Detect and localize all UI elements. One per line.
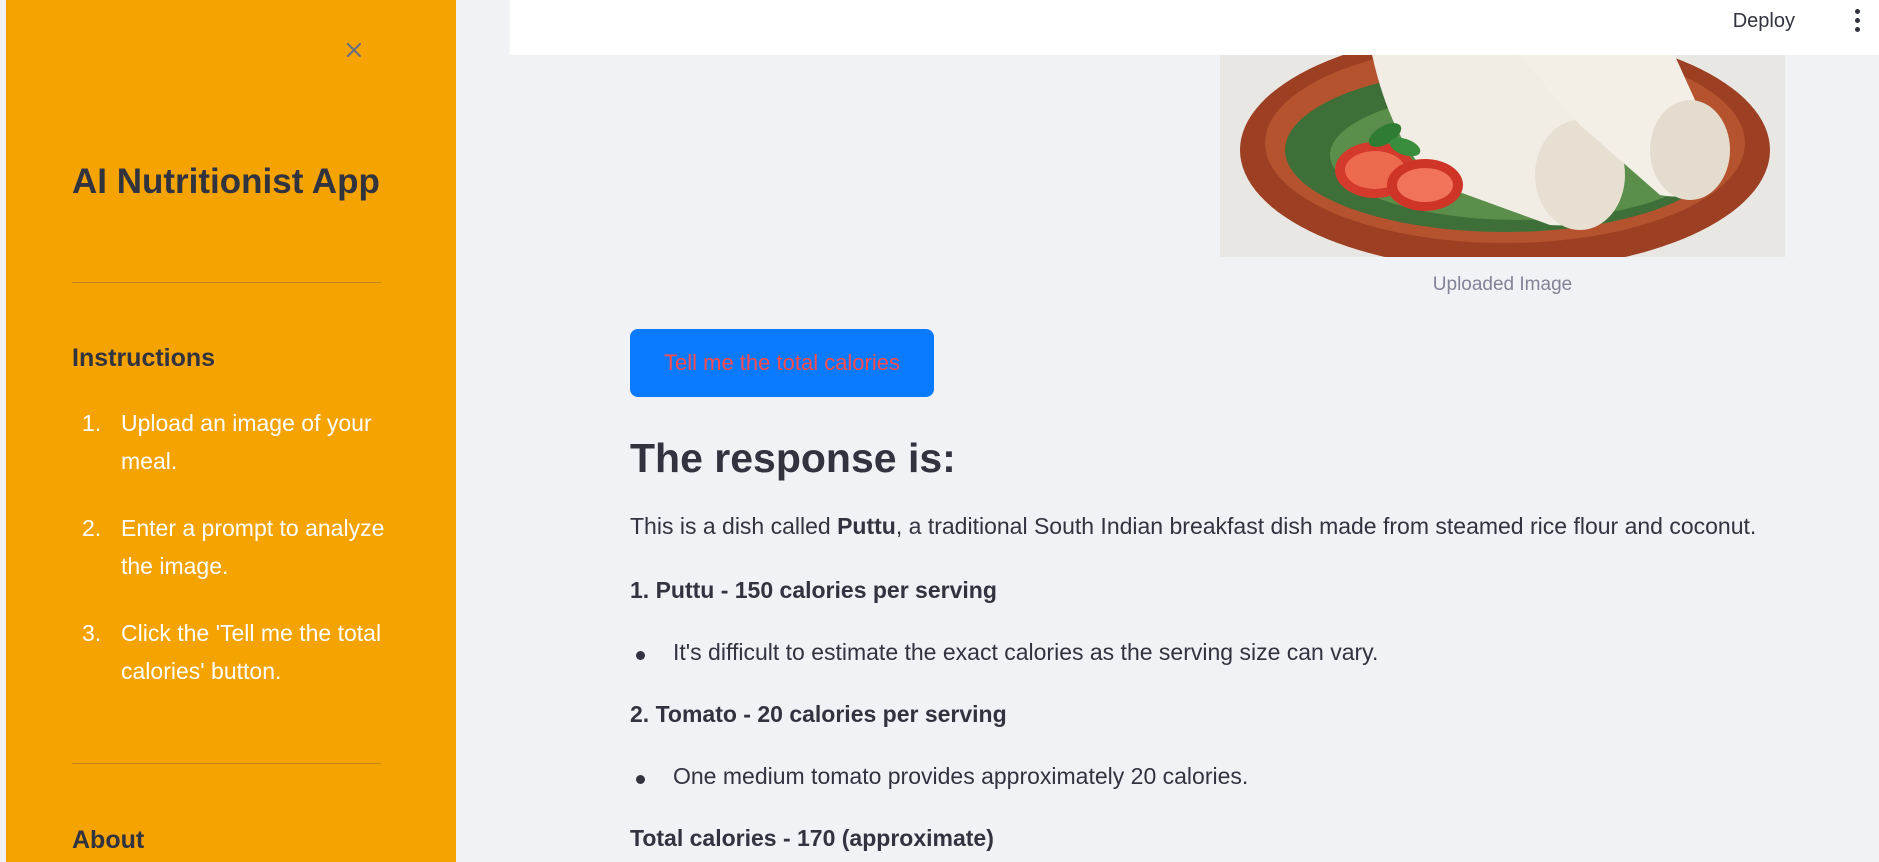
list-item: It's difficult to estimate the exact cal…: [630, 639, 1378, 666]
sidebar-divider: [72, 763, 381, 764]
close-icon[interactable]: [340, 36, 368, 64]
image-caption: Uploaded Image: [1432, 274, 1573, 295]
instruction-step: 1. Upload an image of your meal.: [72, 404, 392, 480]
sidebar-title: AI Nutritionist App: [72, 162, 380, 201]
list-item: One medium tomato provides approximately…: [630, 763, 1248, 790]
tell-total-calories-button[interactable]: Tell me the total calories: [630, 329, 934, 397]
total-calories: Total calories - 170 (approximate): [630, 825, 994, 851]
instructions-list: 1. Upload an image of your meal. 2. Ente…: [72, 404, 392, 719]
uploaded-food-image: [1220, 55, 1785, 257]
app-root: AI Nutritionist App Instructions 1. Uplo…: [0, 0, 1879, 862]
instruction-step: 3. Click the 'Tell me the total calories…: [72, 614, 392, 690]
step-text: Upload an image of your meal.: [121, 410, 372, 474]
deploy-button[interactable]: Deploy: [1729, 8, 1799, 35]
instruction-step: 2. Enter a prompt to analyze the image.: [72, 509, 392, 585]
step-number: 1.: [82, 410, 102, 436]
step-number: 2.: [82, 515, 102, 541]
step-text: Click the 'Tell me the total calories' b…: [121, 620, 382, 684]
kebab-menu-icon[interactable]: [1852, 9, 1862, 35]
response-heading: The response is:: [630, 435, 956, 481]
top-header: Deploy: [510, 0, 1879, 55]
sidebar: AI Nutritionist App Instructions 1. Uplo…: [6, 0, 456, 862]
item-heading: 1. Puttu - 150 calories per serving: [630, 577, 997, 603]
about-heading: About: [72, 826, 145, 854]
intro-suffix: , a traditional South Indian breakfast d…: [895, 513, 1757, 539]
response-intro: This is a dish called Puttu, a tradition…: [630, 513, 1756, 540]
instructions-heading: Instructions: [72, 344, 216, 372]
sidebar-divider: [72, 282, 381, 283]
step-text: Enter a prompt to analyze the image.: [121, 515, 385, 579]
intro-prefix: This is a dish called: [630, 513, 838, 539]
item-heading: 2. Tomato - 20 calories per serving: [630, 701, 1007, 727]
dish-name: Puttu: [837, 513, 896, 539]
step-number: 3.: [82, 620, 102, 646]
